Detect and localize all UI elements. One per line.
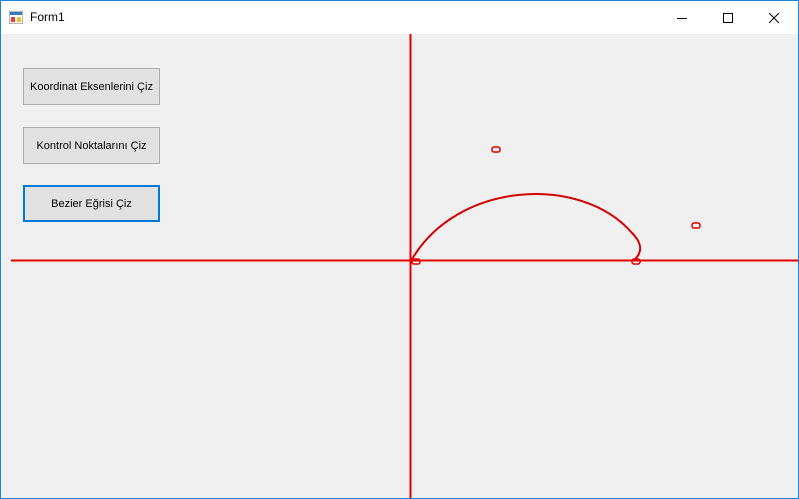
form-client-area: Koordinat Eksenlerini Çiz Kontrol Noktal… xyxy=(1,34,798,498)
close-icon xyxy=(769,12,779,23)
minimize-icon xyxy=(677,17,687,19)
draw-control-points-button[interactable]: Kontrol Noktalarını Çiz xyxy=(23,127,160,164)
maximize-button[interactable] xyxy=(705,1,751,34)
control-point-marker xyxy=(491,146,501,153)
maximize-icon xyxy=(723,12,733,23)
bezier-curve xyxy=(410,193,642,262)
minimize-button[interactable] xyxy=(659,1,705,34)
close-button[interactable] xyxy=(751,1,797,34)
draw-bezier-button[interactable]: Bezier Eğrisi Çiz xyxy=(23,185,160,222)
control-point-marker xyxy=(691,222,701,229)
window-title: Form1 xyxy=(30,10,65,24)
form1-window: Form1 Koordinat Eksenlerini Çiz Kontrol … xyxy=(0,0,799,499)
title-bar[interactable]: Form1 xyxy=(1,1,798,34)
app-icon xyxy=(9,11,23,24)
draw-axes-button[interactable]: Koordinat Eksenlerini Çiz xyxy=(23,68,160,105)
